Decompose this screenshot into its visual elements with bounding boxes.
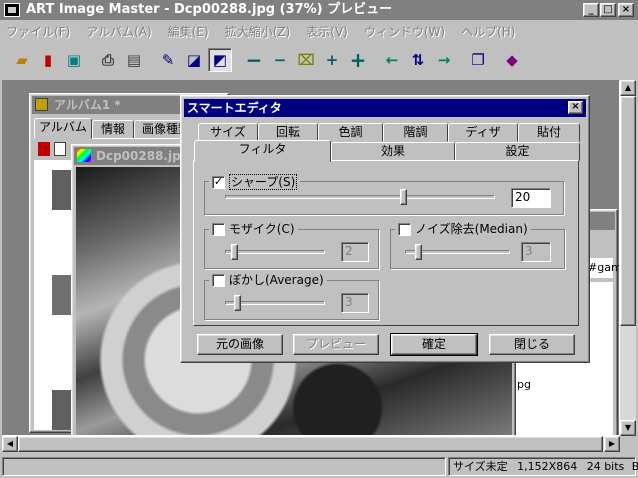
sharpen-label: ✓ シャープ(S) [209,174,301,190]
menu-edit[interactable]: 編集(E) [168,23,209,40]
horizontal-scroll-thumb[interactable] [18,436,603,452]
app-icon[interactable] [4,3,20,17]
mosaic-label: モザイク(C) [209,222,298,236]
maximize-button[interactable]: □ [600,3,616,17]
scroll-down-icon[interactable]: ▼ [620,420,636,436]
noise-text: ノイズ除去(Median) [415,222,528,236]
scroll-left-icon[interactable]: ◀ [2,436,18,452]
tab-paste[interactable]: 貼付 [518,123,580,142]
menu-album[interactable]: アルバム(A) [86,23,151,40]
fit-window-icon[interactable]: ⌧ [294,48,318,72]
noise-group: ノイズ除去(Median) 3 [390,222,565,269]
tab-effect[interactable]: 効果 [331,142,455,161]
dialog-title-bar: スマートエディタ × [184,99,586,117]
blur-slider-thumb[interactable] [234,295,242,311]
original-image-button[interactable]: 元の画像 [197,334,283,355]
noise-slider-thumb[interactable] [414,244,422,260]
album-book-icon[interactable] [38,142,50,156]
app-title: ART Image Master - Dcp00288.jpg (37%) プレ… [26,2,393,17]
ok-button[interactable]: 確定 [390,333,478,356]
noise-label: ノイズ除去(Median) [395,222,531,236]
help-book-icon[interactable]: ◆ [500,48,524,72]
sharpen-slider-track[interactable] [225,195,495,199]
preview-button[interactable]: プレビュー [293,334,379,355]
toolbar: ▰ ▮ ▣ ⎙ ▤ ✎ ◪ ◩ − − ⌧ + + ← ⇅ → ❐ ◆ [0,42,638,78]
status-size: サイズ未定 [453,460,508,473]
noise-checkbox[interactable] [398,222,411,236]
sharpen-checkbox[interactable]: ✓ [212,175,225,189]
tab-dither[interactable]: ディザ [448,123,518,142]
tab-settings[interactable]: 設定 [455,142,580,161]
smart-editor-dialog[interactable]: スマートエディタ × サイズ 回転 色調 階調 ディザ 貼付 フィルタ 効果 設… [180,95,590,363]
mosaic-text: モザイク(C) [229,222,295,236]
menu-view[interactable]: 表示(V) [306,23,348,40]
save-icon[interactable]: ▣ [62,48,86,72]
blur-value-field[interactable]: 3 [341,293,369,313]
album-list-icon[interactable] [54,142,66,156]
open-folder-icon[interactable]: ▰ [10,48,34,72]
dialog-title: スマートエディタ [187,101,282,115]
scroll-up-icon[interactable]: ▲ [620,80,636,96]
menu-window[interactable]: ウィンドウ(W) [364,23,445,40]
app-title-bar: ART Image Master - Dcp00288.jpg (37%) プレ… [0,0,638,20]
mosaic-value-field[interactable]: 2 [341,242,369,262]
vertical-scrollbar[interactable]: ▲ ▼ [620,80,636,436]
sharpen-slider-thumb[interactable] [400,189,408,205]
image-title: Dcp00288.jpg [96,149,190,163]
prev-arrow-icon[interactable]: ← [380,48,404,72]
mosaic-checkbox[interactable] [212,222,225,236]
status-pane-info: サイズ未定 1,152X864 24 bits B [448,457,638,476]
image-edit-icon[interactable]: ◪ [182,48,206,72]
edit-pen-icon[interactable]: ✎ [156,48,180,72]
dialog-close-icon[interactable]: × [568,101,583,114]
minimize-button[interactable]: _ [583,3,599,17]
print-icon[interactable]: ⎙ [96,48,120,72]
blur-text: ぼかし(Average) [229,273,324,287]
blur-group: ぼかし(Average) 3 [204,273,379,320]
close-button[interactable]: × [618,3,634,17]
tab-info[interactable]: 情報 [92,120,134,139]
tab-filter[interactable]: フィルタ [194,140,331,162]
menu-file[interactable]: ファイル(F) [6,23,70,40]
zoom-out-icon[interactable]: − [268,48,292,72]
horizontal-scrollbar[interactable]: ◀ ▶ [2,436,620,452]
sharpen-text: シャープ(S) [229,174,298,190]
noise-value-field[interactable]: 3 [521,242,551,262]
sharpen-group: ✓ シャープ(S) 20 [204,174,564,215]
scroll-right-icon[interactable]: ▶ [604,436,620,452]
mosaic-group: モザイク(C) 2 [204,222,379,269]
zoom-in-icon[interactable]: + [320,48,344,72]
menu-bar: ファイル(F) アルバム(A) 編集(E) 拡大縮小(Z) 表示(V) ウィンド… [0,20,638,42]
window-icon[interactable]: ❐ [466,48,490,72]
tab-album[interactable]: アルバム [34,118,92,139]
filter-panel: ✓ シャープ(S) 20 モザイク(C) 2 ノイズ除去(Median) 3 ぼ… [193,160,579,326]
zoom-out-large-icon[interactable]: − [242,48,266,72]
status-bar: サイズ未定 1,152X864 24 bits B [0,455,638,478]
menu-help[interactable]: ヘルプ(H) [461,23,515,40]
tab-gradation[interactable]: 階調 [383,123,448,142]
close-dialog-button[interactable]: 閉じる [489,334,575,355]
blur-label: ぼかし(Average) [209,273,327,287]
status-mode: B [631,460,638,473]
sharpen-value-field[interactable]: 20 [511,188,551,208]
vertical-scroll-thumb[interactable] [620,96,636,326]
album-books-icon[interactable]: ▮ [36,48,60,72]
next-arrow-icon[interactable]: → [432,48,456,72]
page-icon[interactable]: ▤ [122,48,146,72]
blur-checkbox[interactable] [212,273,225,287]
mosaic-slider-thumb[interactable] [231,244,239,260]
album-books-icon [35,98,48,111]
status-pane-main [2,457,446,476]
status-dims: 1,152X864 [517,460,578,473]
menu-zoom[interactable]: 拡大縮小(Z) [225,23,291,40]
page-switch-icon[interactable]: ⇅ [406,48,430,72]
status-bits: 24 bits [586,460,625,473]
image-icon [77,149,91,162]
mosaic-slider-track[interactable] [225,250,325,254]
smart-editor-icon[interactable]: ◩ [208,48,232,72]
album-title: アルバム1 * [54,98,121,112]
zoom-in-large-icon[interactable]: + [346,48,370,72]
